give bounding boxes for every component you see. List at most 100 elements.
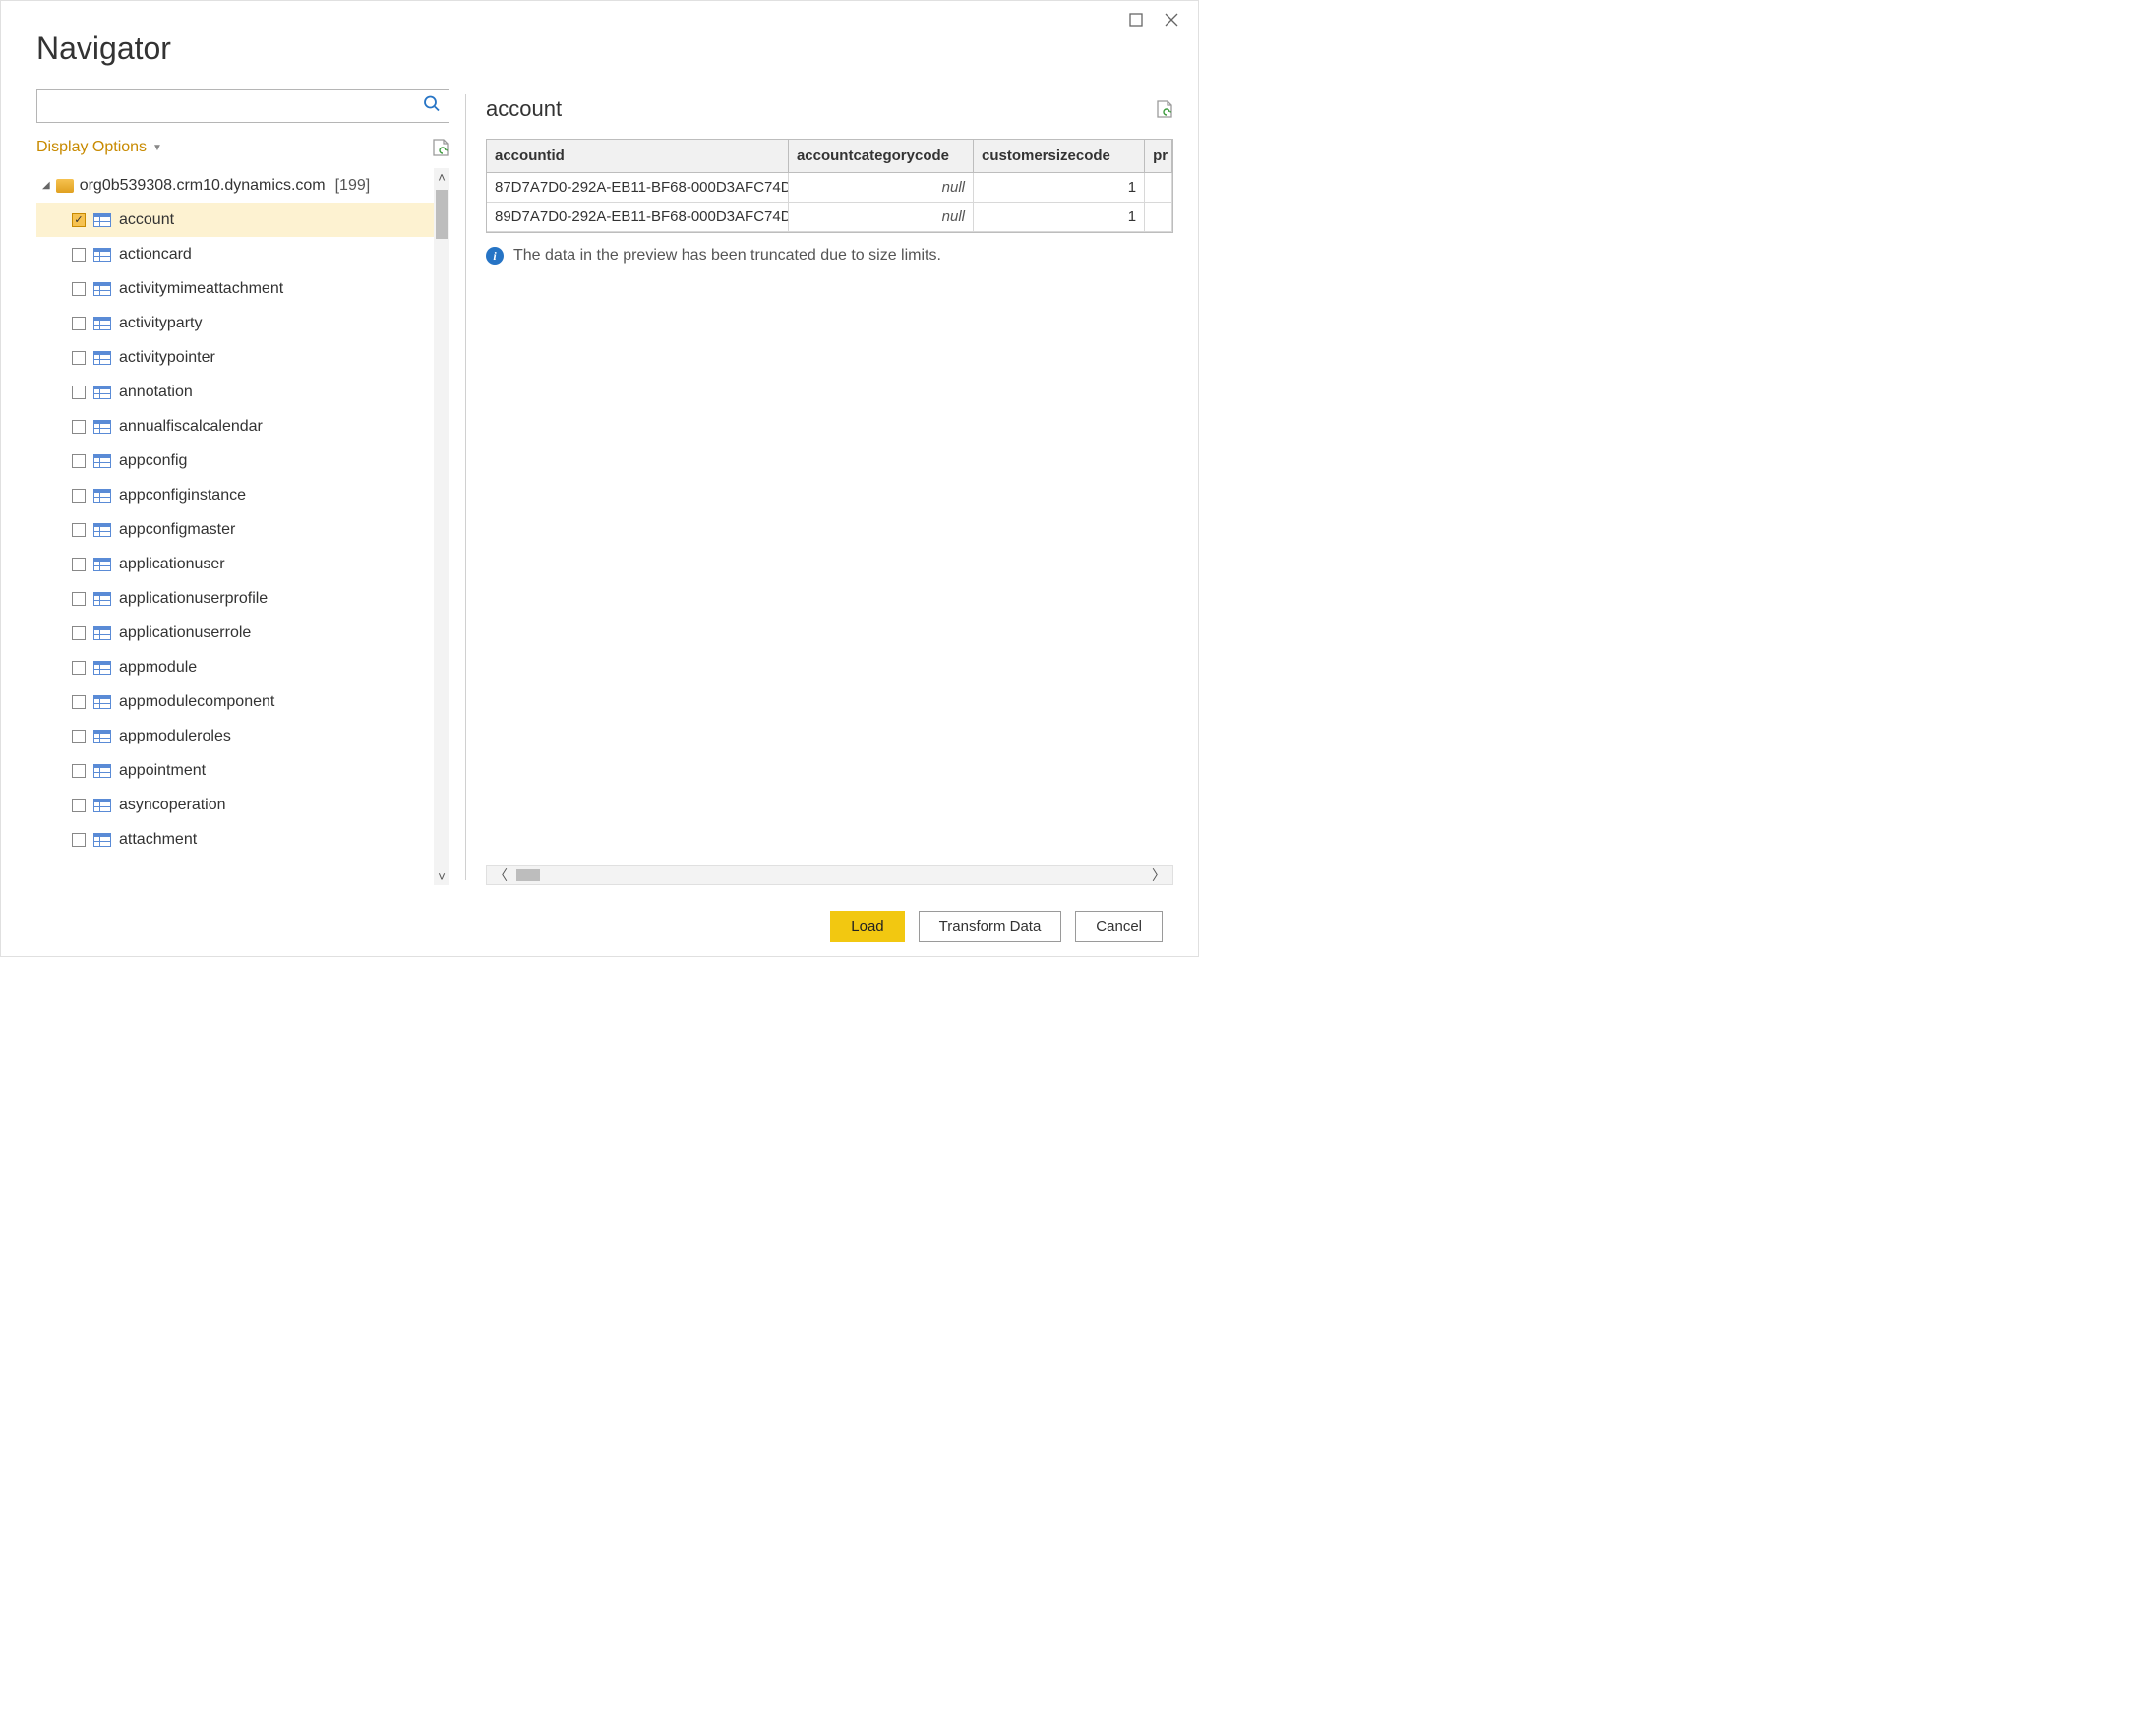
column-header[interactable]: pr — [1145, 140, 1172, 173]
tree-item-label: account — [119, 211, 174, 229]
checkbox[interactable] — [72, 833, 86, 847]
cell-accountcategorycode: null — [788, 173, 973, 203]
checkbox[interactable]: ✓ — [72, 213, 86, 227]
table-icon — [93, 213, 111, 227]
tree-item[interactable]: appconfigmaster — [36, 512, 434, 547]
table-icon — [93, 317, 111, 330]
tree-item[interactable]: appconfiginstance — [36, 478, 434, 512]
tree-item-label: annualfiscalcalendar — [119, 418, 263, 436]
checkbox[interactable] — [72, 282, 86, 296]
table-row[interactable]: 87D7A7D0-292A-EB11-BF68-000D3AFC74D7null… — [487, 173, 1172, 203]
tree-item-label: appconfig — [119, 452, 187, 470]
pane-divider — [465, 94, 466, 880]
tree-item-label: activityparty — [119, 315, 202, 332]
load-button[interactable]: Load — [830, 911, 904, 942]
checkbox[interactable] — [72, 558, 86, 571]
tree-item[interactable]: applicationuserprofile — [36, 581, 434, 616]
search-icon[interactable] — [423, 95, 441, 118]
tree-item[interactable]: ✓ account — [36, 203, 434, 237]
column-header[interactable]: customersizecode — [974, 140, 1145, 173]
tree-item[interactable]: activitypointer — [36, 340, 434, 375]
tree-item[interactable]: annotation — [36, 375, 434, 409]
table-icon — [93, 833, 111, 847]
table-icon — [93, 730, 111, 743]
tree-item[interactable]: applicationuser — [36, 547, 434, 581]
tree-item-label: actioncard — [119, 246, 192, 264]
refresh-list-icon[interactable] — [432, 138, 449, 157]
tree-item[interactable]: appmodule — [36, 650, 434, 684]
scroll-left-icon[interactable]: 〈 — [487, 865, 514, 885]
table-icon — [93, 695, 111, 709]
column-header[interactable]: accountcategorycode — [788, 140, 973, 173]
table-row[interactable]: 89D7A7D0-292A-EB11-BF68-000D3AFC74D7null… — [487, 203, 1172, 232]
transform-data-button[interactable]: Transform Data — [919, 911, 1062, 942]
checkbox[interactable] — [72, 626, 86, 640]
tree-item[interactable]: asyncoperation — [36, 788, 434, 822]
table-icon — [93, 489, 111, 503]
tree-item[interactable]: activityparty — [36, 306, 434, 340]
checkbox[interactable] — [72, 454, 86, 468]
checkbox[interactable] — [72, 661, 86, 675]
root-count: [199] — [335, 177, 371, 195]
tree-item[interactable]: activitymimeattachment — [36, 271, 434, 306]
tree-item-label: appmodule — [119, 659, 197, 677]
tree-item[interactable]: annualfiscalcalendar — [36, 409, 434, 444]
tree-item[interactable]: applicationuserrole — [36, 616, 434, 650]
tree-item[interactable]: appmoduleroles — [36, 719, 434, 753]
checkbox[interactable] — [72, 420, 86, 434]
checkbox[interactable] — [72, 248, 86, 262]
tree-vertical-scrollbar[interactable]: ˄ ˅ — [434, 168, 449, 885]
tree-item-label: appointment — [119, 762, 206, 780]
window-maximize-button[interactable] — [1127, 11, 1145, 29]
tree-item-label: attachment — [119, 831, 197, 849]
tree-item[interactable]: actioncard — [36, 237, 434, 271]
tree-item[interactable]: appconfig — [36, 444, 434, 478]
scroll-up-icon[interactable]: ˄ — [434, 168, 449, 186]
table-icon — [93, 386, 111, 399]
hscroll-thumb[interactable] — [516, 869, 540, 881]
preview-horizontal-scrollbar[interactable]: 〈 〉 — [486, 865, 1173, 885]
refresh-preview-icon[interactable] — [1156, 99, 1173, 119]
root-label: org0b539308.crm10.dynamics.com — [80, 177, 326, 195]
search-input[interactable] — [37, 90, 449, 122]
tree-item[interactable]: appmodulecomponent — [36, 684, 434, 719]
table-icon — [93, 523, 111, 537]
cell-truncated — [1145, 203, 1172, 232]
window-close-button[interactable] — [1163, 11, 1180, 29]
tree-item[interactable]: attachment — [36, 822, 434, 857]
tree-root-node[interactable]: ◢ org0b539308.crm10.dynamics.com [199] — [36, 168, 434, 203]
checkbox[interactable] — [72, 695, 86, 709]
checkbox[interactable] — [72, 764, 86, 778]
table-icon — [93, 248, 111, 262]
cell-truncated — [1145, 173, 1172, 203]
tree-item-label: annotation — [119, 384, 193, 401]
preview-title: account — [486, 96, 562, 122]
table-icon — [93, 558, 111, 571]
checkbox[interactable] — [72, 386, 86, 399]
cancel-button[interactable]: Cancel — [1075, 911, 1163, 942]
checkbox[interactable] — [72, 351, 86, 365]
tree-item-label: applicationuserrole — [119, 624, 251, 642]
column-header[interactable]: accountid — [487, 140, 788, 173]
checkbox[interactable] — [72, 730, 86, 743]
info-message: The data in the preview has been truncat… — [513, 247, 941, 265]
scroll-down-icon[interactable]: ˅ — [434, 867, 449, 885]
checkbox[interactable] — [72, 523, 86, 537]
tree-item[interactable]: appointment — [36, 753, 434, 788]
display-options-dropdown[interactable]: Display Options ▼ — [36, 139, 162, 156]
tree-item-label: activitypointer — [119, 349, 215, 367]
checkbox[interactable] — [72, 489, 86, 503]
tree-item-label: applicationuser — [119, 556, 225, 573]
scroll-right-icon[interactable]: 〉 — [1145, 865, 1172, 885]
caret-down-icon: ◢ — [42, 180, 50, 191]
checkbox[interactable] — [72, 799, 86, 812]
table-icon — [93, 351, 111, 365]
cell-customersizecode: 1 — [974, 203, 1145, 232]
search-container — [36, 89, 449, 123]
table-icon — [93, 799, 111, 812]
scroll-thumb[interactable] — [436, 190, 448, 239]
checkbox[interactable] — [72, 592, 86, 606]
table-icon — [93, 626, 111, 640]
table-icon — [93, 420, 111, 434]
checkbox[interactable] — [72, 317, 86, 330]
